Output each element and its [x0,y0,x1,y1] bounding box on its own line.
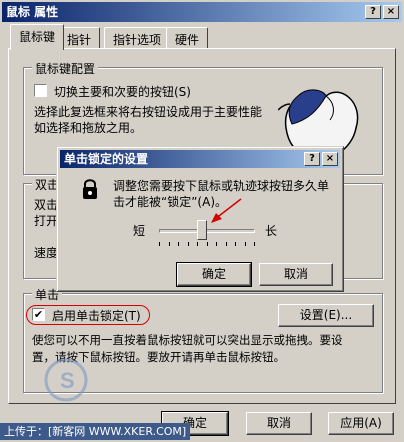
click-lock-label: 启用单击锁定(T) [52,309,141,323]
apply-button[interactable]: 应用(A) [328,412,394,435]
slider-tick [254,242,255,246]
slider-max-label: 长 [265,224,278,238]
tab-hardware[interactable]: 硬件 [166,27,209,49]
tab-pointers[interactable]: 指针 [58,27,101,49]
switch-buttons-label: 切换主要和次要的按钮(S) [54,85,191,99]
watermark-strip: 上传于：[新客网 WWW.XKER.COM] [0,423,190,440]
speed-label: 速度 [34,246,59,260]
click-lock-settings-button[interactable]: 设置(E)... [278,304,374,327]
window-title: 鼠标 属性 [6,5,59,19]
dialog-help-button[interactable]: ? [304,152,320,166]
dialog-cancel-button[interactable]: 取消 [259,263,333,286]
switch-buttons-checkbox[interactable] [34,84,47,97]
slider-tick [159,242,160,246]
slider-tick [226,242,227,246]
tab-buttons[interactable]: 鼠标键 [10,24,65,50]
dialog-close-button[interactable]: × [322,152,338,166]
slider-tick [216,242,217,246]
dialog-title-bar: 单击锁定的设置 ? × [60,150,340,168]
annotation-arrow [211,198,242,223]
tab-label: 指针选项 [113,33,162,47]
svg-text:S: S [60,368,75,393]
config-description-line2: 如选择和拖放之用。 [34,121,143,135]
slider-tick [169,242,170,246]
lock-icon [83,179,97,199]
double-click-desc-line2: 打开 [34,214,59,228]
slider-tick [207,242,208,246]
title-bar: 鼠标 属性 ? × [2,2,402,22]
slider-tick [197,242,198,246]
click-lock-settings-dialog: 单击锁定的设置 ? × 调整您需要按下鼠标或轨迹球按钮多久单 击才能被“锁定”(… [56,146,344,292]
double-click-desc-line1: 双击 [34,198,59,212]
dialog-title: 单击锁定的设置 [64,152,149,166]
slider-tick [188,242,189,246]
close-button[interactable]: × [383,5,399,19]
group-title: 鼠标键配置 [32,60,99,77]
click-lock-checkbox[interactable]: ✔ [32,308,45,321]
slider-tick [245,242,246,246]
help-button[interactable]: ? [365,5,381,19]
tab-label: 鼠标键 [19,30,56,44]
cancel-button[interactable]: 取消 [246,412,312,435]
watermark-logo: S [44,358,88,402]
dialog-ok-button[interactable]: 确定 [176,262,252,287]
slider-tick [235,242,236,246]
config-description-line1: 选择此复选框来将右按钮设成用于主要性能 [34,105,263,119]
slider-thumb[interactable] [197,220,208,240]
click-lock-desc-line1: 使您可以不用一直按着鼠标按钮就可以突出显示或拖拽。要设 [32,333,343,347]
tab-label: 硬件 [175,33,200,47]
tab-pointer-options[interactable]: 指针选项 [104,27,171,49]
slider-min-label: 短 [133,224,146,238]
slider-tick [178,242,179,246]
dialog-message-line1: 调整您需要按下鼠标或轨迹球按钮多久单 [113,179,330,193]
tab-label: 指针 [67,33,92,47]
